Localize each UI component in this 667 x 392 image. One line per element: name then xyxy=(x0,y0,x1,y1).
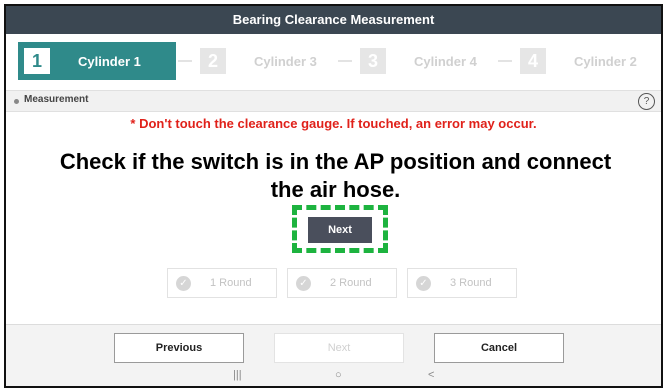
round-label: 3 Round xyxy=(450,277,492,289)
check-circle-icon: ✓ xyxy=(176,275,191,291)
window-title: Bearing Clearance Measurement xyxy=(6,6,661,34)
step-connector xyxy=(338,60,352,62)
app-window: Bearing Clearance Measurement 1 Cylinder… xyxy=(4,4,663,388)
round-label: 2 Round xyxy=(330,277,372,289)
step-indicator: 1 Cylinder 1 2 Cylinder 3 3 Cylinder 4 4… xyxy=(6,34,661,90)
cancel-button[interactable]: Cancel xyxy=(434,333,564,363)
step-number: 2 xyxy=(200,48,226,74)
step-label: Cylinder 4 xyxy=(414,53,477,69)
round-1-indicator: ✓ 1 Round xyxy=(167,268,277,298)
step-connector xyxy=(178,60,192,62)
check-circle-icon: ✓ xyxy=(296,275,311,291)
step-cylinder-1[interactable]: 1 Cylinder 1 xyxy=(18,42,176,80)
round-2-indicator: ✓ 2 Round xyxy=(287,268,397,298)
step-number: 3 xyxy=(360,48,386,74)
round-label: 1 Round xyxy=(210,277,252,289)
step-connector xyxy=(498,60,512,62)
step-cylinder-3[interactable]: 2 Cylinder 3 xyxy=(194,42,336,80)
step-number: 1 xyxy=(24,48,50,74)
previous-button[interactable]: Previous xyxy=(114,333,244,363)
step-cylinder-4[interactable]: 3 Cylinder 4 xyxy=(354,42,496,80)
step-label: Cylinder 3 xyxy=(254,53,317,69)
next-button-main[interactable]: Next xyxy=(308,217,372,243)
warning-text: * Don't touch the clearance gauge. If to… xyxy=(130,116,537,131)
step-label: Cylinder 1 xyxy=(78,53,141,69)
back-icon[interactable]: < xyxy=(428,369,434,381)
help-icon[interactable]: ? xyxy=(638,93,655,110)
footer-bar: Previous Next Cancel ||| ○ < xyxy=(6,324,661,386)
recent-apps-icon[interactable]: ||| xyxy=(233,369,242,381)
next-button-footer[interactable]: Next xyxy=(274,333,404,363)
section-title: Measurement xyxy=(24,94,89,105)
instruction-text: Check if the switch is in the AP positio… xyxy=(59,149,612,202)
check-circle-icon: ✓ xyxy=(416,275,431,291)
step-label: Cylinder 2 xyxy=(574,53,637,69)
home-icon[interactable]: ○ xyxy=(335,369,342,381)
bullet-icon xyxy=(14,99,19,104)
section-header: Measurement ? xyxy=(6,90,661,112)
step-number: 4 xyxy=(520,48,546,74)
round-3-indicator: ✓ 3 Round xyxy=(407,268,517,298)
step-cylinder-2[interactable]: 4 Cylinder 2 xyxy=(514,42,654,80)
